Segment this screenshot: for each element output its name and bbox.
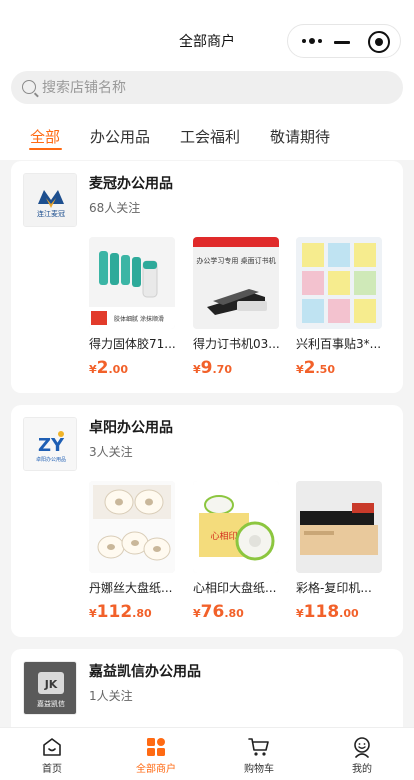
- shop-card[interactable]: 连江麦冠 麦冠办公用品 68人关注 胶体细腻 涂抹顺滑 得力固体胶71... ¥…: [11, 161, 403, 393]
- shop-logo: ZY 卓阳办公用品: [23, 417, 77, 471]
- product-price: ¥76.80: [193, 602, 244, 622]
- product-image: 心相印: [193, 481, 279, 573]
- tab-office-supplies[interactable]: 办公用品: [90, 126, 150, 147]
- shop-followers: 68人关注: [89, 201, 141, 215]
- product-item[interactable]: 心相印 心相印大盘纸... ¥76.80: [193, 481, 279, 622]
- product-price: ¥112.80: [89, 602, 152, 622]
- product-item[interactable]: 兴利百事贴3*... ¥2.50: [296, 237, 382, 378]
- product-name: 得力固体胶71...: [89, 337, 176, 351]
- shop-followers: 3人关注: [89, 445, 133, 459]
- product-image: [296, 481, 382, 573]
- svg-text:卓阳办公用品: 卓阳办公用品: [36, 456, 66, 463]
- product-price: ¥118.00: [296, 602, 359, 622]
- product-image: [89, 481, 175, 573]
- tabbar-item-all-merchants[interactable]: 全部商户: [104, 728, 208, 780]
- svg-text:办公学习专用 桌面订书机: 办公学习专用 桌面订书机: [196, 256, 275, 265]
- search-icon: [22, 80, 36, 94]
- svg-text:JK: JK: [44, 678, 58, 691]
- more-icon[interactable]: [302, 35, 326, 47]
- tabbar-label: 我的: [352, 764, 372, 775]
- home-icon: [43, 738, 61, 756]
- product-image: 办公学习专用 桌面订书机: [193, 237, 279, 329]
- shop-logo: 连江麦冠: [23, 173, 77, 227]
- product-name: 心相印大盘纸...: [193, 581, 277, 595]
- svg-text:胶体细腻 涂抹顺滑: 胶体细腻 涂抹顺滑: [114, 315, 164, 323]
- tabbar-label: 购物车: [244, 764, 274, 775]
- product-item[interactable]: 胶体细腻 涂抹顺滑 得力固体胶71... ¥2.00: [89, 237, 176, 378]
- close-icon[interactable]: [368, 31, 390, 53]
- grid-icon: [147, 738, 165, 756]
- category-tabs: 全部 办公用品 工会福利 敬请期待: [0, 120, 414, 154]
- mini-program-capsule: [287, 24, 401, 58]
- svg-text:心相印: 心相印: [210, 530, 237, 542]
- product-price: ¥2.50: [296, 358, 335, 378]
- product-price: ¥2.00: [89, 358, 128, 378]
- shop-card[interactable]: JK 嘉益凯信 嘉益凯信办公用品 1人关注: [11, 649, 403, 739]
- product-item[interactable]: 彩格-复印机... ¥118.00: [296, 481, 382, 622]
- minimize-icon[interactable]: [334, 41, 350, 44]
- top-bar: 全部商户 全部 办公用品 工会福利 敬请期待: [0, 0, 414, 160]
- shop-card[interactable]: ZY 卓阳办公用品 卓阳办公用品 3人关注 丹娜丝大盘纸... ¥112.80 …: [11, 405, 403, 637]
- search-bar[interactable]: [11, 71, 403, 104]
- shop-logo: JK 嘉益凯信: [23, 661, 77, 715]
- product-image: [296, 237, 382, 329]
- svg-text:连江麦冠: 连江麦冠: [37, 209, 65, 218]
- user-icon: [354, 737, 370, 758]
- shop-name[interactable]: 嘉益凯信办公用品: [89, 661, 201, 681]
- cart-icon: [248, 738, 269, 756]
- product-name: 兴利百事贴3*...: [296, 337, 382, 351]
- product-name: 彩格-复印机...: [296, 581, 372, 595]
- tabbar-item-mine[interactable]: 我的: [310, 728, 414, 780]
- shop-name[interactable]: 麦冠办公用品: [89, 173, 173, 193]
- bottom-tab-bar: 首页 全部商户 购物车 我的: [0, 727, 414, 780]
- product-name: 得力订书机03...: [193, 337, 280, 351]
- shop-name[interactable]: 卓阳办公用品: [89, 417, 173, 437]
- tab-all[interactable]: 全部: [30, 126, 60, 147]
- navigation-bar: 全部商户: [0, 22, 414, 60]
- tabbar-item-cart[interactable]: 购物车: [207, 728, 311, 780]
- tabbar-item-home[interactable]: 首页: [0, 728, 104, 780]
- active-tab-indicator: [29, 148, 62, 150]
- product-item[interactable]: 办公学习专用 桌面订书机 得力订书机03... ¥9.70: [193, 237, 280, 378]
- svg-text:ZY: ZY: [38, 435, 65, 456]
- tab-coming-soon[interactable]: 敬请期待: [270, 126, 330, 147]
- product-image: 胶体细腻 涂抹顺滑: [89, 237, 175, 329]
- shop-followers: 1人关注: [89, 689, 133, 703]
- svg-text:嘉益凯信: 嘉益凯信: [37, 699, 65, 708]
- search-input[interactable]: [42, 71, 382, 104]
- tabbar-label: 全部商户: [136, 764, 176, 775]
- product-name: 丹娜丝大盘纸...: [89, 581, 173, 595]
- tabbar-label: 首页: [42, 764, 62, 775]
- tab-union-welfare[interactable]: 工会福利: [180, 126, 240, 147]
- product-price: ¥9.70: [193, 358, 232, 378]
- product-item[interactable]: 丹娜丝大盘纸... ¥112.80: [89, 481, 175, 622]
